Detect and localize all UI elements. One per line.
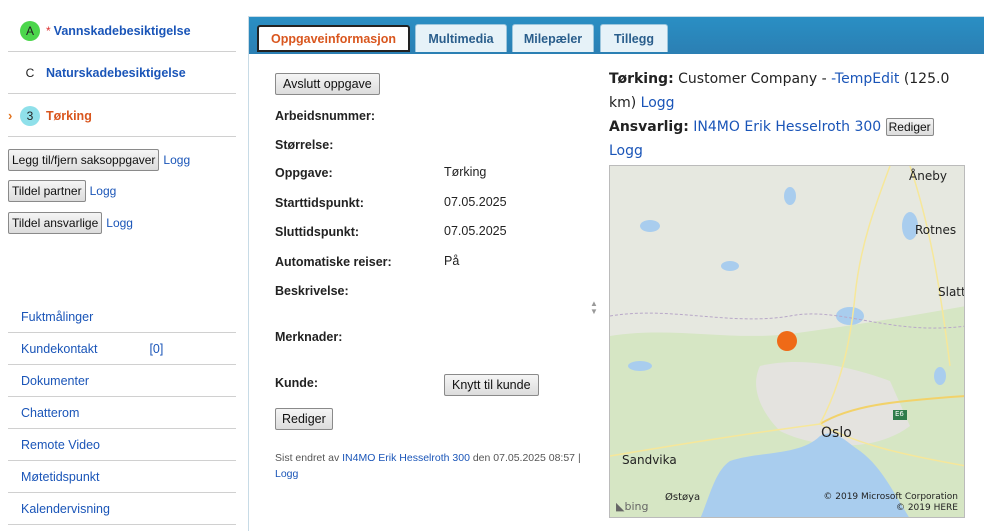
tab-multimedia[interactable]: Multimedia [415, 24, 507, 52]
current-step-chevron-icon: › [8, 108, 13, 123]
edit-button[interactable]: Rediger [275, 408, 333, 430]
assign-responsible-button[interactable]: Tildel ansvarlige [8, 212, 103, 234]
sidebar-item-label: Dokumenter [21, 373, 90, 388]
sidebar-item-label: Kalendervisning [21, 501, 110, 516]
sidebar-item-chatroom[interactable]: Chatterom [8, 397, 236, 429]
side-action-row: Tildel partner Logg [8, 180, 116, 202]
sidebar-item-moisture[interactable]: Fuktmålinger [8, 301, 236, 333]
map-copyright: © 2019 HERE [895, 503, 958, 513]
edit-responsible-button[interactable]: Rediger [885, 118, 934, 136]
assign-partner-button[interactable]: Tildel partner [8, 180, 86, 202]
field-label: Oppgave: [275, 166, 333, 180]
last-modified-note: Sist endret av IN4MO Erik Hesselroth 300… [275, 450, 605, 482]
sidebar-item-customer-contact[interactable]: Kundekontakt [0] [8, 333, 236, 365]
field-value: På [444, 254, 460, 268]
sidebar-item-label: Remote Video [21, 437, 100, 452]
sidebar-item-label: Kundekontakt [21, 341, 98, 356]
map-label-ostoya: Østøya [665, 492, 701, 503]
company-name: Customer Company - [678, 71, 827, 87]
location-map[interactable]: Åneby Rotnes Slatt Oslo Sandvika Østøya … [609, 165, 965, 518]
step-badge-c: C [25, 65, 35, 80]
link-customer-button[interactable]: Knytt til kunde [444, 374, 539, 396]
map-label-e6: E6 [895, 410, 904, 418]
field-label: Kunde: [275, 376, 319, 390]
log-link[interactable]: Logg [163, 153, 190, 167]
add-remove-tasks-button[interactable]: Legg til/fjern saksoppgaver [8, 149, 160, 171]
workflow-step-label: Naturskadebesiktigelse [46, 65, 186, 80]
workflow-step-label: Tørking [46, 108, 92, 123]
side-action-row: Legg til/fjern saksoppgaver Logg [8, 149, 190, 171]
field-label: Arbeidsnummer: [275, 109, 376, 123]
task-panel: Oppgaveinformasjon Multimedia Milepæler … [248, 16, 984, 531]
map-copyright: © 2019 Microsoft Corporation [823, 492, 958, 502]
log-link[interactable]: Logg [106, 216, 133, 230]
required-star: * [46, 23, 51, 38]
field-label: Starttidspunkt: [275, 196, 364, 210]
sidebar: A * Vannskadebesiktigelse C Naturskadebe… [0, 0, 240, 531]
workflow-step-vannskade[interactable]: A * Vannskadebesiktigelse [8, 10, 236, 52]
task-heading: Tørking: [609, 71, 674, 87]
resize-spinner-icon[interactable]: ▲ ▼ [587, 300, 601, 316]
tab-task-info[interactable]: Oppgaveinformasjon [257, 25, 410, 52]
sidebar-item-meeting-time[interactable]: Møtetidspunkt [8, 461, 236, 493]
map-label-slatt: Slatt [938, 285, 965, 299]
map-brand: bing [624, 500, 649, 513]
responsible-user-link[interactable]: IN4MO Erik Hesselroth 300 [693, 119, 881, 135]
step-badge-3: 3 [20, 105, 40, 126]
tab-milestones[interactable]: Milepæler [512, 24, 594, 52]
sidebar-item-remote-video[interactable]: Remote Video [8, 429, 236, 461]
temp-edit-link[interactable]: -TempEdit [831, 71, 899, 87]
tab-bar: Oppgaveinformasjon Multimedia Milepæler … [249, 17, 984, 54]
count-badge: [0] [149, 341, 164, 356]
log-link[interactable]: Logg [641, 95, 675, 111]
field-label: Sluttidspunkt: [275, 225, 360, 239]
log-link[interactable]: Logg [90, 184, 117, 198]
modified-by-link[interactable]: IN4MO Erik Hesselroth 300 [342, 452, 470, 464]
bing-logo-icon: ◣bing [616, 500, 649, 513]
footer-prefix: Sist endret av [275, 452, 340, 464]
map-label-sandvika: Sandvika [622, 453, 677, 467]
field-value: 07.05.2025 [444, 224, 507, 238]
field-label: Beskrivelse: [275, 284, 349, 298]
workflow-step-naturskade[interactable]: C Naturskadebesiktigelse [8, 52, 236, 94]
field-label: Størrelse: [275, 138, 334, 152]
sidebar-item-label: Chatterom [21, 405, 80, 420]
end-task-button[interactable]: Avslutt oppgave [275, 73, 380, 95]
sidebar-item-label: Møtetidspunkt [21, 469, 100, 484]
tab-extras[interactable]: Tillegg [600, 24, 668, 52]
sidebar-item-documents[interactable]: Dokumenter [8, 365, 236, 397]
map-label-oslo: Oslo [821, 425, 852, 441]
field-label: Merknader: [275, 330, 343, 344]
task-summary: Tørking: Customer Company - -TempEdit (1… [609, 67, 979, 163]
tab-content: Avslutt oppgave Arbeidsnummer: Størrelse… [249, 54, 984, 531]
map-label-aneby: Åneby [909, 169, 947, 183]
responsible-label: Ansvarlig: [609, 119, 689, 135]
sidebar-item-calendar[interactable]: Kalendervisning [8, 493, 236, 525]
size-value: (125.0 [903, 71, 950, 87]
map-label-rotnes: Rotnes [915, 223, 957, 237]
workflow-step-torking[interactable]: › 3 Tørking [8, 95, 236, 137]
log-link[interactable]: Logg [609, 143, 643, 159]
field-value: Tørking [444, 165, 487, 179]
workflow-step-label: Vannskadebesiktigelse [53, 23, 191, 38]
log-link[interactable]: Logg [275, 468, 298, 480]
sidebar-item-label: Fuktmålinger [21, 309, 94, 324]
size-unit: km) [609, 95, 637, 111]
step-badge-a: A [20, 20, 40, 41]
side-action-row: Tildel ansvarlige Logg [8, 212, 133, 234]
field-value: 07.05.2025 [444, 195, 507, 209]
field-label: Automatiske reiser: [275, 255, 392, 269]
modified-date: den 07.05.2025 08:57 | [472, 452, 581, 464]
